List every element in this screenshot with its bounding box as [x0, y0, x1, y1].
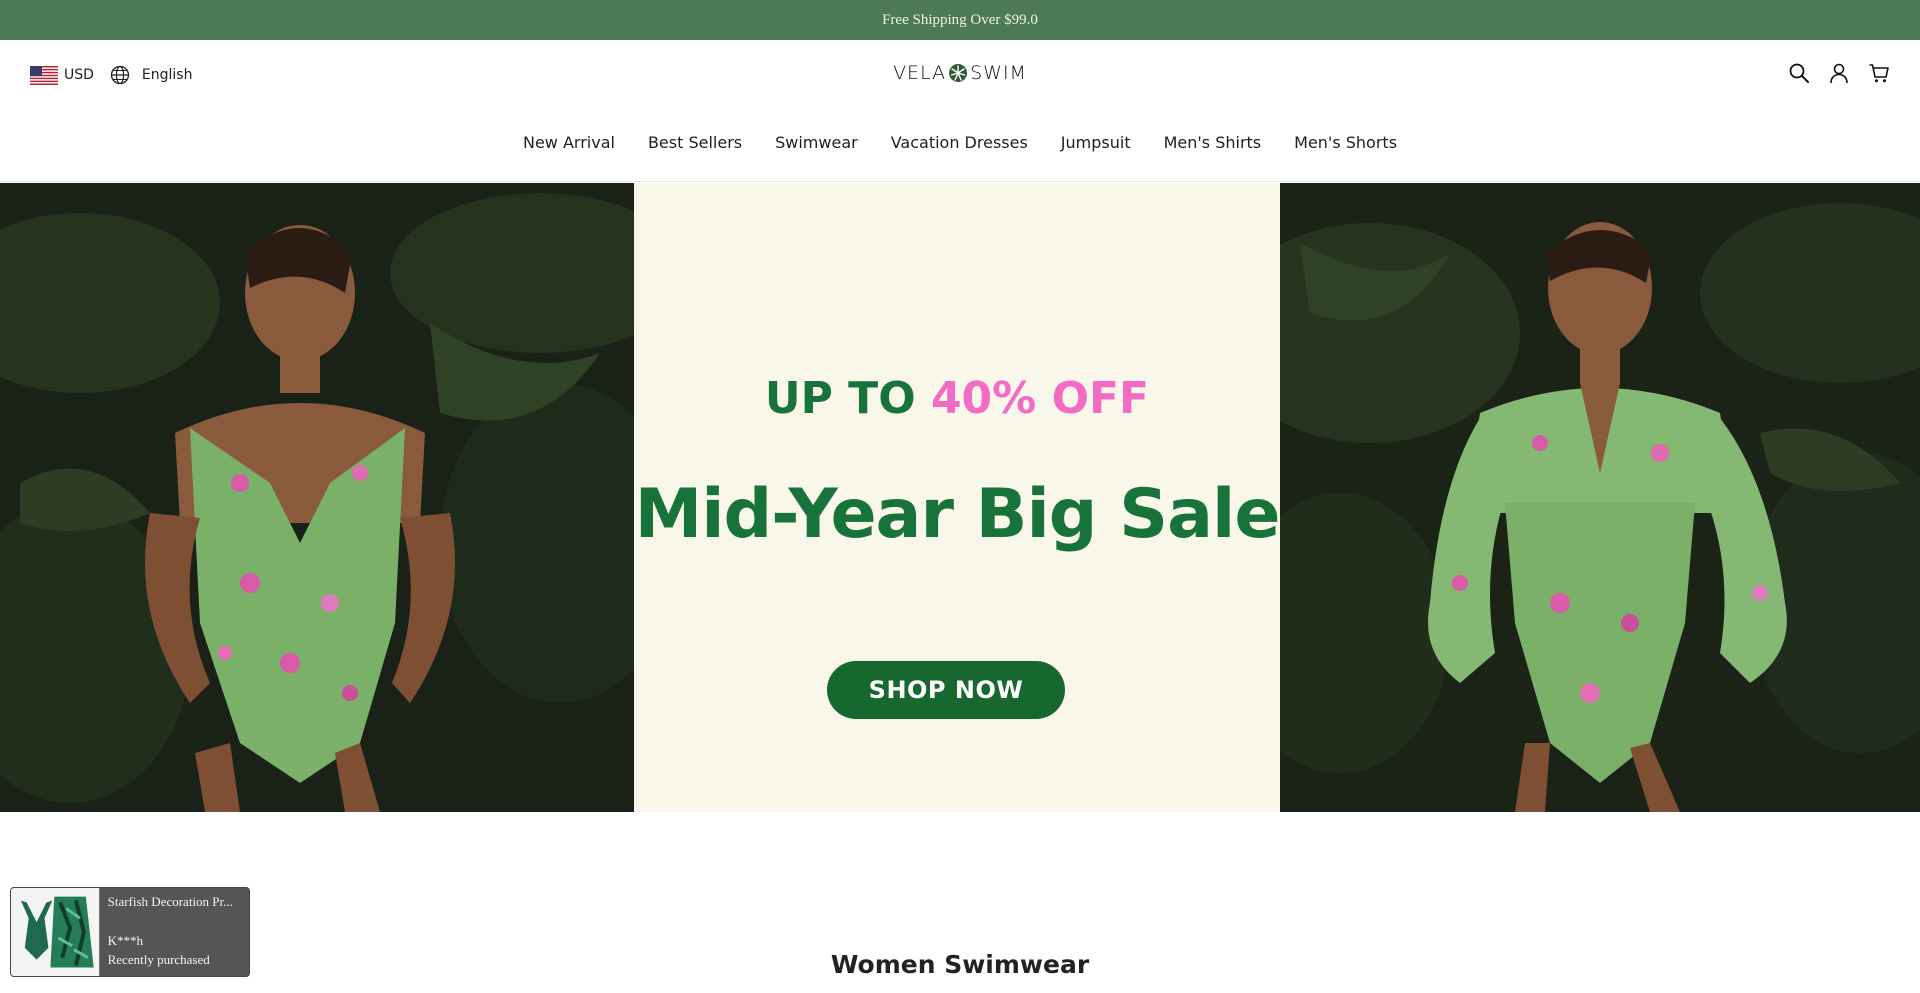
nav-item-mens-shirts[interactable]: Men's Shirts [1164, 133, 1262, 152]
recent-purchase-product[interactable]: Starfish Decoration Pr... [108, 895, 241, 912]
recent-purchase-buyer: K***h [107, 933, 143, 948]
announcement-bar: Free Shipping Over $99.0 [0, 0, 1920, 40]
hero-photo-left [0, 183, 634, 812]
announcement-text: Free Shipping Over $99.0 [882, 11, 1038, 28]
nav-item-new-arrival[interactable]: New Arrival [523, 133, 615, 152]
locale-selector: USD English [30, 65, 192, 85]
model-photo-right [1280, 183, 1920, 812]
header-actions [1788, 62, 1890, 84]
promo-discount: 40% OFF [930, 373, 1150, 424]
nav-item-vacation-dresses[interactable]: Vacation Dresses [891, 133, 1028, 152]
promo-prefix: UP TO [764, 373, 916, 424]
main-nav: New Arrival Best Sellers Swimwear Vacati… [0, 133, 1920, 152]
site-logo[interactable]: VELA SWIM [893, 62, 1027, 84]
swimsuit-thumbnail-image [11, 888, 99, 976]
hero-photo-right [1280, 183, 1920, 812]
nav-item-jumpsuit[interactable]: Jumpsuit [1061, 133, 1131, 152]
search-icon[interactable] [1788, 62, 1810, 84]
logo-text-left: VELA [893, 62, 947, 84]
palm-logo-icon [949, 64, 968, 82]
nav-item-mens-shorts[interactable]: Men's Shorts [1294, 133, 1397, 152]
site-header: USD English VELA SWIM New Arrival Best S… [0, 40, 1920, 182]
globe-icon[interactable] [110, 65, 130, 85]
cart-icon[interactable] [1868, 62, 1890, 84]
account-icon[interactable] [1828, 62, 1850, 84]
promo-headline: UP TO 40% OFF [634, 373, 1280, 424]
section-heading-women-swimwear: Women Swimwear [830, 950, 1090, 979]
us-flag-icon[interactable] [30, 65, 58, 85]
nav-item-best-sellers[interactable]: Best Sellers [648, 133, 742, 152]
logo-text-right: SWIM [970, 62, 1027, 84]
nav-item-swimwear[interactable]: Swimwear [775, 133, 858, 152]
sale-title: Mid-Year Big Sale [634, 475, 1281, 554]
hero-banner[interactable]: UP TO 40% OFF Mid-Year Big Sale SHOP NOW [0, 183, 1920, 812]
language-label[interactable]: English [142, 67, 193, 83]
shop-now-button[interactable]: SHOP NOW [827, 661, 1065, 719]
currency-label[interactable]: USD [64, 67, 94, 83]
recent-purchase-details: Starfish Decoration Pr... K***h Recently… [100, 888, 249, 976]
product-thumbnail [11, 888, 100, 976]
model-photo-left [0, 183, 634, 812]
hero-promo-panel: UP TO 40% OFF Mid-Year Big Sale SHOP NOW [634, 183, 1280, 812]
recent-purchase-status: Recently purchased [107, 951, 210, 967]
recent-purchase-popup[interactable]: Starfish Decoration Pr... K***h Recently… [10, 887, 250, 977]
